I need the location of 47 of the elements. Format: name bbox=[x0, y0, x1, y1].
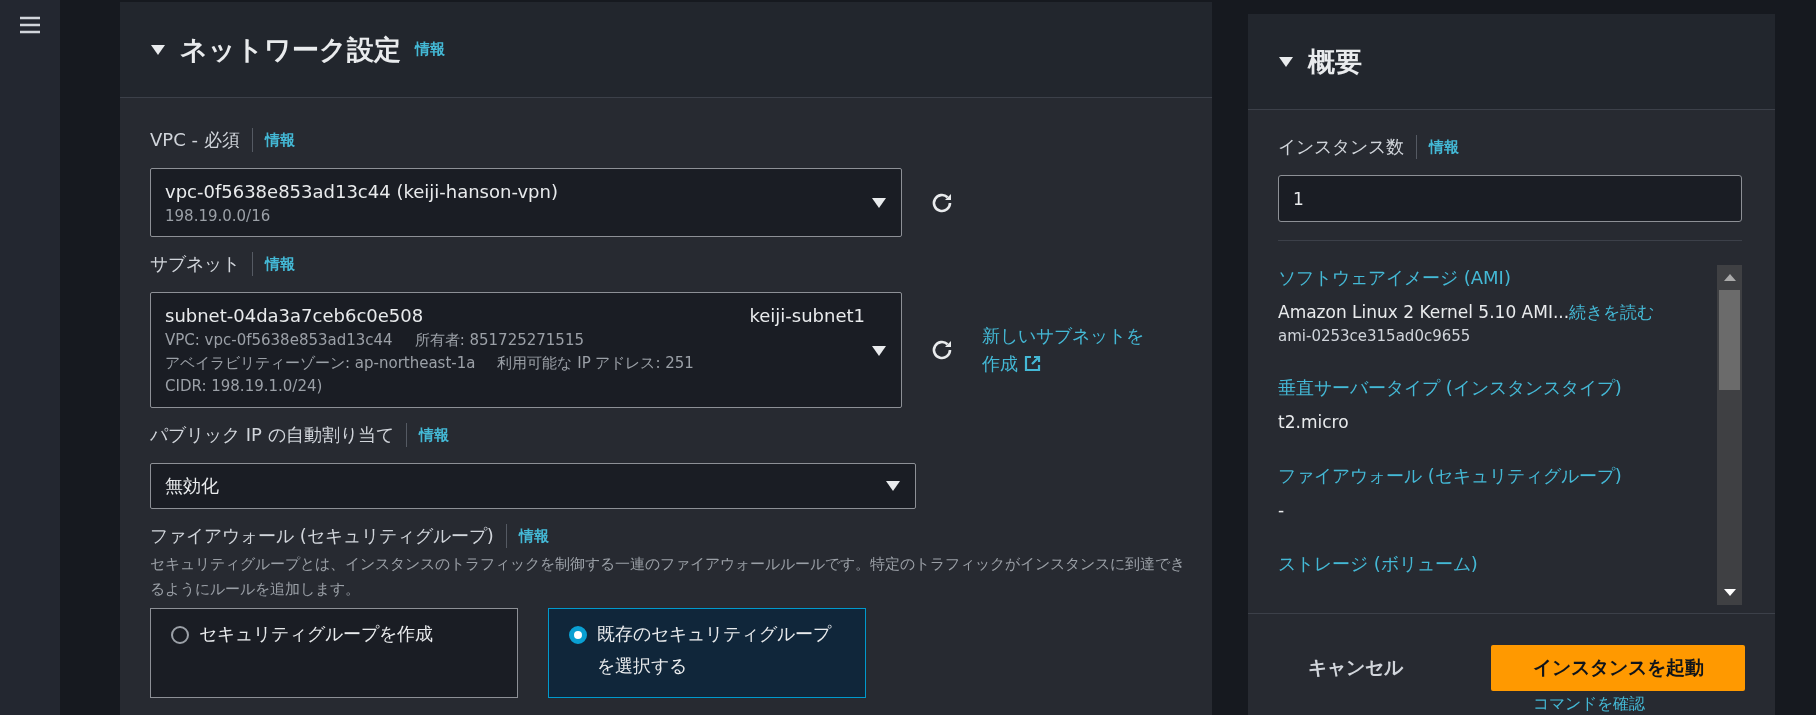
read-more-link[interactable]: 続きを読む bbox=[1569, 302, 1655, 322]
dropdown-arrow-icon bbox=[871, 344, 887, 357]
radio-option-card[interactable]: セキュリティグループを作成 bbox=[150, 608, 518, 698]
scroll-down-icon[interactable] bbox=[1723, 589, 1736, 597]
summary-link[interactable]: ストレージ (ボリューム) bbox=[1278, 551, 1708, 577]
info-link[interactable]: 情報 bbox=[265, 252, 295, 276]
radio-button[interactable] bbox=[569, 626, 587, 644]
info-link[interactable]: 情報 bbox=[1429, 135, 1459, 159]
field-label: サブネット bbox=[150, 252, 253, 276]
field-label: VPC - 必須 bbox=[150, 128, 253, 152]
create-subnet-link[interactable]: 新しいサブネットを作成 bbox=[982, 322, 1157, 378]
launch-instance-button[interactable]: インスタンスを起動 bbox=[1491, 645, 1745, 691]
scroll-up-icon[interactable] bbox=[1723, 273, 1736, 281]
dropdown-arrow-icon bbox=[871, 197, 887, 209]
field-label: パブリック IP の自動割り当て bbox=[150, 423, 407, 447]
summary-value: - bbox=[1278, 499, 1286, 522]
info-link[interactable]: 情報 bbox=[264, 128, 295, 152]
info-link[interactable]: 情報 bbox=[518, 524, 549, 548]
dropdown-arrow-icon bbox=[885, 480, 901, 492]
summary-link[interactable]: 垂直サーバータイプ (インスタンスタイプ) bbox=[1278, 375, 1708, 401]
radio-option-card[interactable]: 既存のセキュリティグループを選択する bbox=[548, 608, 866, 698]
summary-link[interactable]: ソフトウェアイメージ (AMI) bbox=[1278, 265, 1708, 291]
refresh-icon[interactable] bbox=[930, 338, 954, 362]
scrollbar[interactable] bbox=[1717, 265, 1742, 605]
review-commands-link[interactable]: コマンドを確認 bbox=[1533, 694, 1645, 713]
summary-value: Amazon Linux 2 Kernel 5.10 AMI...続きを読む bbox=[1278, 301, 1656, 324]
cancel-button[interactable]: キャンセル bbox=[1278, 647, 1433, 689]
caret-down-icon[interactable] bbox=[1278, 55, 1294, 68]
select-field[interactable]: subnet-04da3a7ceb6c0e508 keiji-subnet1 VPC: vpc-0f5638e853ad13c44 所有者: 851725271515 アベイラビリティーゾーン: ap-northeast-1a 利用可能な IP アドレス: 251 CIDR: 198.19.1.0/24) bbox=[150, 292, 902, 408]
info-link[interactable]: 情報 bbox=[415, 40, 445, 59]
field-label: ファイアウォール (セキュリティグループ) bbox=[150, 524, 507, 548]
description-text: セキュリティグループとは、インスタンスのトラフィックを制御する一連のファイアウォールルールです。特定のトラフィックがインスタンスに到達できるようにルールを追加します。 bbox=[150, 554, 1186, 600]
external-link-icon bbox=[1023, 355, 1041, 372]
summary-link[interactable]: ファイアウォール (セキュリティグループ) bbox=[1278, 463, 1708, 489]
caret-down-icon[interactable] bbox=[150, 43, 166, 56]
select-field[interactable]: vpc-0f5638e853ad13c44 (keiji-hanson-vpn) 198.19.0.0/16 bbox=[150, 168, 902, 237]
summary-value: t2.micro bbox=[1278, 411, 1350, 434]
field-label: インスタンス数 bbox=[1278, 135, 1417, 159]
instance-count-field[interactable]: 1 bbox=[1278, 175, 1742, 222]
scrollbar-thumb[interactable] bbox=[1719, 290, 1740, 390]
radio-button[interactable] bbox=[171, 626, 189, 644]
panel-title: ネットワーク設定 bbox=[180, 32, 401, 67]
panel-title: 概要 bbox=[1308, 44, 1362, 79]
menu-icon[interactable] bbox=[19, 16, 41, 34]
summary-detail: ami-0253ce315ad0c9655 bbox=[1278, 326, 1472, 347]
info-link[interactable]: 情報 bbox=[418, 423, 449, 447]
select-field[interactable]: 無効化 bbox=[150, 463, 916, 509]
